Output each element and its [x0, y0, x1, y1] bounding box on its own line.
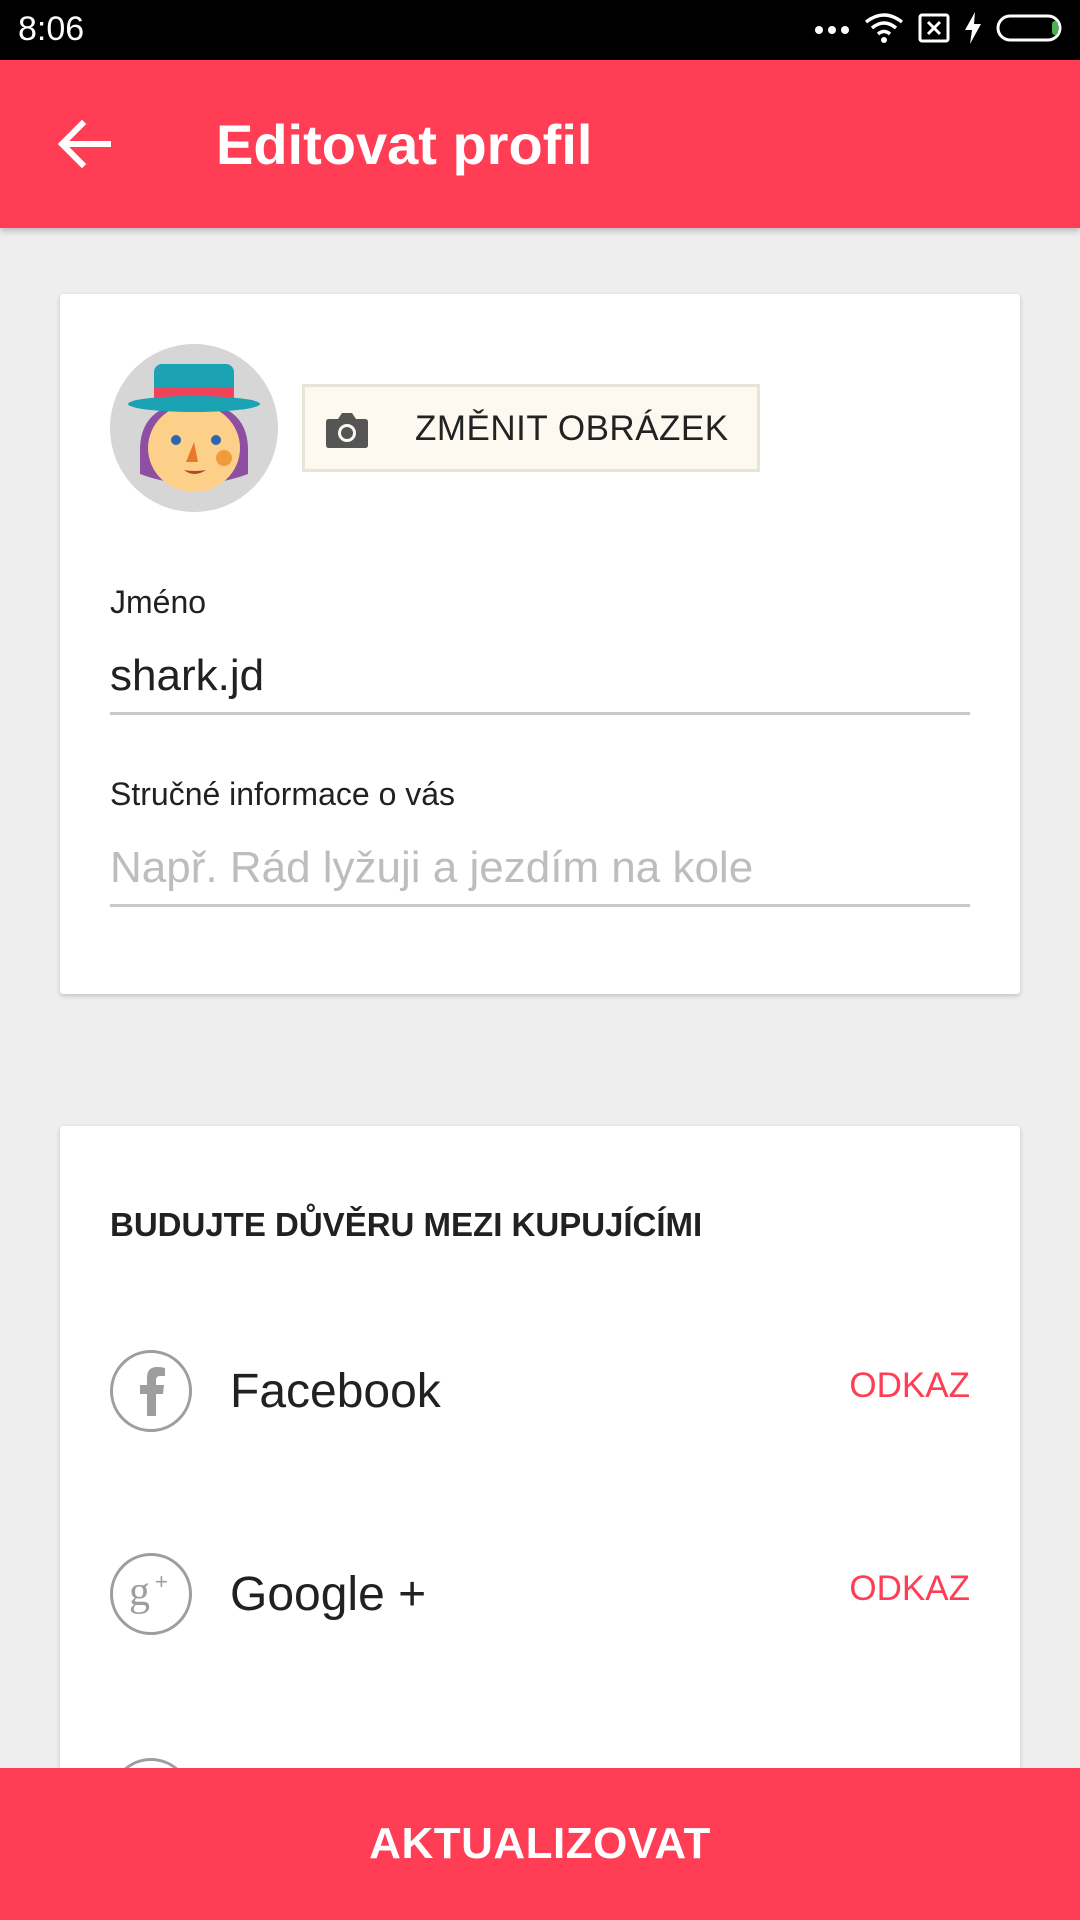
trust-card: BUDUJTE DŮVĚRU MEZI KUPUJÍCÍMI Facebook … [60, 1126, 1020, 1840]
facebook-link-button[interactable]: ODKAZ [849, 1366, 970, 1406]
google-plus-icon: g + [110, 1553, 192, 1635]
name-input[interactable] [110, 646, 970, 706]
status-time: 8:06 [18, 10, 85, 48]
app-bar: Editovat profil [0, 60, 1080, 228]
change-image-button[interactable]: ZMĚNIT OBRÁZEK [302, 384, 760, 472]
page-title: Editovat profil [216, 113, 593, 176]
list-item-google-plus: g + Google + ODKAZ [110, 1553, 970, 1643]
google-plus-link-button[interactable]: ODKAZ [849, 1569, 970, 1609]
back-arrow-icon[interactable] [56, 118, 112, 170]
avatar[interactable] [110, 344, 278, 512]
change-image-label: ZMĚNIT OBRÁZEK [415, 409, 729, 448]
no-sim-icon [918, 13, 950, 48]
update-button[interactable]: AKTUALIZOVAT [0, 1768, 1080, 1920]
status-bar: 8:06 [0, 0, 1080, 60]
battery-icon [996, 13, 1066, 48]
camera-icon [325, 411, 369, 449]
about-label: Stručné informace o vás [110, 776, 456, 812]
name-underline [110, 712, 970, 715]
name-label: Jméno [110, 584, 207, 620]
about-input[interactable] [110, 838, 970, 898]
list-item-facebook: Facebook ODKAZ [110, 1350, 970, 1440]
wifi-icon [864, 12, 904, 49]
facebook-icon [110, 1350, 192, 1432]
section-title: BUDUJTE DŮVĚRU MEZI KUPUJÍCÍMI [110, 1206, 703, 1243]
profile-card: ZMĚNIT OBRÁZEK Jméno Stručné informace o… [60, 294, 1020, 994]
more-icon [814, 21, 850, 39]
svg-text:g: g [129, 1569, 150, 1615]
status-icons [814, 10, 1066, 50]
charging-icon [964, 11, 982, 49]
svg-text:+: + [155, 1569, 168, 1594]
facebook-label: Facebook [230, 1365, 441, 1418]
about-underline [110, 904, 970, 907]
google-plus-label: Google + [230, 1568, 427, 1621]
